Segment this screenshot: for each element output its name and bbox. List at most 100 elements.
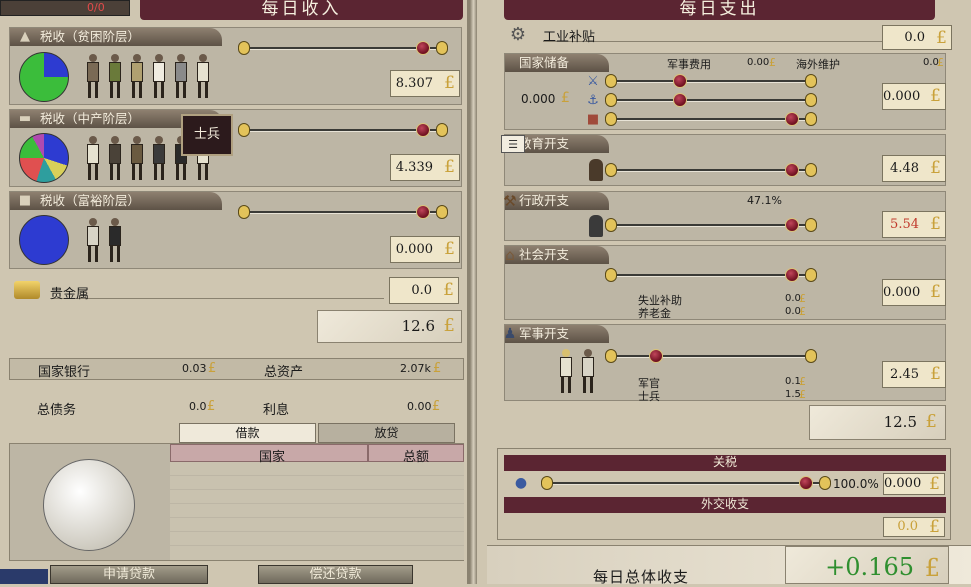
slider-track[interactable] [617,80,805,83]
slider-left-arrow[interactable] [605,74,617,88]
military-fee-value: 0.00 [747,57,770,68]
industry-value: 0.0 [904,30,925,45]
slider-track[interactable] [617,99,805,102]
slider-right-arrow[interactable] [805,74,817,88]
pound-icon: £ [444,73,455,93]
debt-row: 总债务 0.0 £ 利息 0.00 £ [9,399,464,418]
slider-right-arrow[interactable] [805,112,817,126]
teacher-icon [589,159,603,181]
pound-icon: £ [930,86,941,106]
gold-label-line: 贵金属 [50,283,384,302]
tooltip-text: 士兵 [193,127,220,142]
top-hat-icon: ■ [18,192,32,208]
clerk-icon [589,215,603,237]
house-icon: ⌂ [505,246,515,264]
hat-icon: ▬ [18,110,32,126]
slider-knob[interactable] [416,41,430,55]
tab-lend[interactable]: 放贷 [318,423,455,443]
slider-left-arrow[interactable] [605,112,617,126]
slider-right-arrow[interactable] [805,349,817,363]
slider-knob[interactable] [785,112,799,126]
reserve-slider-navy[interactable] [605,93,817,107]
slider-knob[interactable] [416,123,430,137]
slider-right-arrow[interactable] [436,41,448,55]
slider-track[interactable] [250,211,436,214]
slider-right-arrow[interactable] [805,218,817,232]
tax-rich-slider[interactable] [238,205,448,219]
interest-label: 利息 [263,403,290,418]
soldiers-label: 士兵 [638,390,660,403]
slider-left-arrow[interactable] [605,163,617,177]
slider-knob[interactable] [673,74,687,88]
slider-knob[interactable] [785,268,799,282]
military-slider[interactable] [605,349,817,363]
overseas-label: 海外维护 [796,58,840,71]
slider-left-arrow[interactable] [238,41,250,55]
slider-knob[interactable] [785,163,799,177]
slider-track[interactable] [617,274,805,277]
loan-circle-icon [43,459,135,551]
slider-track[interactable] [250,47,436,50]
admin-label: 行政开支 [519,193,570,208]
slider-knob[interactable] [649,349,663,363]
education-slider[interactable] [605,163,817,177]
slider-left-arrow[interactable] [605,349,617,363]
slider-right-arrow[interactable] [436,123,448,137]
apply-loan-button[interactable]: 申请贷款 [50,565,208,584]
slider-track[interactable] [617,118,805,121]
loan-table: 国家 总额 [170,444,464,560]
slider-left-arrow[interactable] [238,123,250,137]
tax-middle-label: 税收（中产阶层） [40,111,141,126]
tax-rich-label: 税收（富裕阶层） [40,193,141,208]
bank-row: 国家银行 0.03 £ 总资产 2.07k £ [9,358,464,380]
tab-borrow[interactable]: 借款 [179,423,316,443]
slider-knob[interactable] [416,205,430,219]
slider-left-arrow[interactable] [605,218,617,232]
slider-track[interactable] [250,129,436,132]
loan-col-country: 国家 [259,450,286,465]
tax-middle-slider[interactable] [238,123,448,137]
slider-right-arrow[interactable] [436,205,448,219]
debt-label: 总债务 [37,403,77,418]
gold-value: 0.0 [411,283,432,298]
pound-icon: £ [930,282,941,302]
admin-slider[interactable] [605,218,817,232]
slider-knob[interactable] [799,476,813,490]
slider-right-arrow[interactable] [805,268,817,282]
reserve-value: 0.000 [883,89,921,104]
total-income-value: 12.6 [401,317,435,335]
slider-right-arrow[interactable] [805,163,817,177]
military-label: 军事开支 [519,326,570,341]
slider-left-arrow[interactable] [605,268,617,282]
slider-track[interactable] [617,355,805,358]
slider-left-arrow[interactable] [605,93,617,107]
diplomacy-value: 0.0 [897,519,918,534]
slider-track[interactable] [553,482,819,485]
slider-left-arrow[interactable] [238,205,250,219]
slider-knob[interactable] [785,218,799,232]
table-row [170,518,464,532]
expense-header-title: 每日支出 [679,0,760,19]
social-section: 社会开支 ⌂ 失业补助 0.0 £ 养老金 0.0 £ 0.000 £ [504,245,946,320]
pop-figure [579,349,597,393]
slider-left-arrow[interactable] [541,476,553,490]
tax-rich-section: 税收（富裕阶层） ■ 0.000 £ [9,191,462,269]
slider-track[interactable] [617,169,805,172]
tax-poor-slider[interactable] [238,41,448,55]
slider-track[interactable] [617,224,805,227]
repay-loan-label: 偿还贷款 [309,567,362,582]
slider-right-arrow[interactable] [819,476,831,490]
gold-value-box: 0.0 £ [389,277,459,304]
reserve-slider-army[interactable] [605,74,817,88]
social-slider[interactable] [605,268,817,282]
repay-loan-button[interactable]: 偿还贷款 [258,565,413,584]
slider-right-arrow[interactable] [805,93,817,107]
tariff-slider[interactable] [541,476,831,490]
tab-borrow-label: 借款 [235,426,260,440]
gold-bars-icon [14,281,40,299]
pound-icon: £ [925,411,937,432]
diplomacy-label: 外交收支 [700,497,749,511]
reserve-slider-industry[interactable] [605,112,817,126]
pop-figure [557,349,575,393]
slider-knob[interactable] [673,93,687,107]
